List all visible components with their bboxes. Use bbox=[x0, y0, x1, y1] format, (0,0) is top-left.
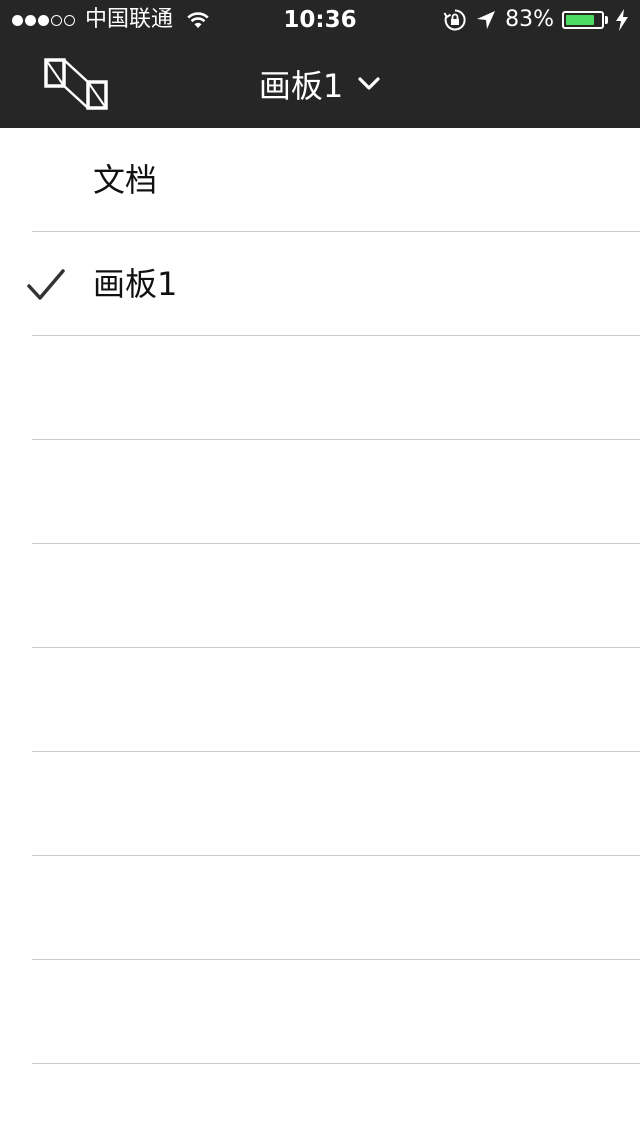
top-bar: 中国联通 10:36 83% 画板1 bbox=[0, 0, 640, 128]
battery-fill bbox=[566, 15, 595, 25]
list-item-artboard-1[interactable]: 画板1 bbox=[0, 232, 640, 336]
list-item[interactable] bbox=[0, 752, 640, 856]
list-item-label: 画板1 bbox=[93, 265, 178, 303]
list-item[interactable] bbox=[0, 960, 640, 1064]
status-right: 83% bbox=[435, 0, 628, 40]
battery-tip bbox=[605, 16, 608, 24]
artboard-logo-icon[interactable] bbox=[42, 58, 110, 112]
battery-percent: 83% bbox=[505, 7, 554, 32]
chevron-down-icon bbox=[358, 77, 380, 90]
list-item[interactable] bbox=[0, 336, 640, 440]
location-arrow-icon bbox=[477, 11, 496, 29]
artboard-list: 文档 画板1 bbox=[0, 128, 640, 1064]
list-item[interactable] bbox=[0, 856, 640, 960]
list-item[interactable] bbox=[0, 440, 640, 544]
battery-body bbox=[562, 11, 604, 29]
nav-bar: 画板1 bbox=[0, 40, 640, 128]
checkmark-icon bbox=[27, 269, 65, 300]
list-item-document[interactable]: 文档 bbox=[0, 128, 640, 232]
list-item-label: 文档 bbox=[93, 161, 158, 199]
rotation-lock-icon bbox=[443, 9, 466, 31]
battery-icon bbox=[562, 11, 608, 29]
screen: 中国联通 10:36 83% 画板1 文档 画板1 bbox=[0, 0, 640, 1136]
charging-bolt-icon bbox=[616, 9, 628, 31]
nav-title-label: 画板1 bbox=[258, 67, 344, 105]
list-item[interactable] bbox=[0, 648, 640, 752]
status-bar: 中国联通 10:36 83% bbox=[0, 0, 640, 40]
list-item[interactable] bbox=[0, 544, 640, 648]
